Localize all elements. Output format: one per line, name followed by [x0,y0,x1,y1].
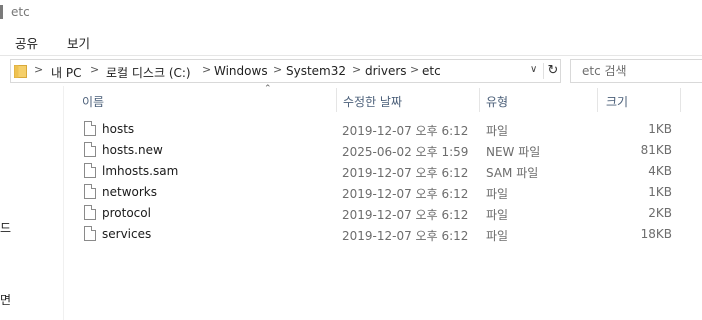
nav-item-fragment[interactable]: 드 [0,219,11,236]
file-type: 파일 [486,208,509,222]
refresh-icon[interactable]: ↻ [546,62,560,80]
file-date: 2019-12-07 오후 6:12 [342,124,469,138]
file-size: 18KB [640,227,672,241]
file-date: 2019-12-07 오후 6:12 [342,187,469,201]
file-date: 2019-12-07 오후 6:12 [342,166,469,180]
file-date: 2019-12-07 오후 6:12 [342,208,469,222]
file-type: NEW 파일 [486,145,541,159]
file-icon [84,205,96,220]
file-icon [84,184,96,199]
ribbon-tab-share[interactable]: 공유 [12,32,41,53]
column-header-type[interactable]: 유형 [486,93,508,110]
breadcrumb-drivers[interactable]: drivers [365,64,407,78]
search-input[interactable] [571,60,702,82]
address-bar[interactable]: > 내 PC > 로컬 디스크 (C:) > Windows > System3… [10,59,561,83]
file-icon [84,142,96,157]
file-type: 파일 [486,124,509,138]
breadcrumb-local-disk[interactable]: 로컬 디스크 (C:) [106,64,191,81]
breadcrumb-separator[interactable]: > [34,63,43,76]
ribbon: 공유 보기 [0,26,702,56]
address-row: > 내 PC > 로컬 디스크 (C:) > Windows > System3… [0,56,702,86]
file-type: 파일 [486,187,509,201]
file-icon [84,226,96,241]
column-divider[interactable] [479,88,480,112]
file-icon [84,163,96,178]
search-box[interactable] [570,59,702,83]
column-headers: ⌃ 이름 수정한 날짜 유형 크기 [64,84,702,112]
file-row[interactable]: hosts 2019-12-07 오후 6:12 파일 1KB [64,118,702,139]
column-header-name[interactable]: 이름 [82,93,104,110]
breadcrumb-separator[interactable]: > [90,63,99,76]
column-divider[interactable] [336,88,337,112]
breadcrumb-etc[interactable]: etc [422,64,441,78]
address-dropdown-icon[interactable]: ∨ [530,64,537,75]
address-divider [543,63,544,79]
title-bar: etc [0,0,702,26]
file-row[interactable]: services 2019-12-07 오후 6:12 파일 18KB [64,223,702,244]
file-name: hosts.new [102,143,163,157]
file-type: SAM 파일 [486,166,539,180]
breadcrumb-system32[interactable]: System32 [286,64,346,78]
breadcrumb-separator[interactable]: > [352,63,361,76]
file-row[interactable]: protocol 2019-12-07 오후 6:12 파일 2KB [64,202,702,223]
window-title: etc [11,5,30,19]
file-row[interactable]: hosts.new 2025-06-02 오후 1:59 NEW 파일 81KB [64,139,702,160]
folder-icon [14,65,27,78]
breadcrumb-windows[interactable]: Windows [214,64,268,78]
breadcrumb-separator[interactable]: > [202,63,211,76]
file-name: networks [102,185,157,199]
column-divider[interactable] [680,88,681,112]
nav-item-fragment[interactable]: 면 [0,291,11,308]
column-header-date[interactable]: 수정한 날짜 [343,93,402,110]
file-size: 81KB [640,143,672,157]
file-size: 1KB [648,185,672,199]
breadcrumb-separator[interactable]: > [273,63,282,76]
column-divider[interactable] [597,88,598,112]
column-header-size[interactable]: 크기 [606,93,628,110]
file-name: services [102,227,152,241]
file-size: 1KB [648,122,672,136]
file-name: lmhosts.sam [102,164,179,178]
file-size: 2KB [648,206,672,220]
window-icon [0,5,3,19]
breadcrumb-this-pc[interactable]: 내 PC [51,64,81,81]
navigation-pane[interactable]: 드 면 [0,86,64,320]
file-row[interactable]: networks 2019-12-07 오후 6:12 파일 1KB [64,181,702,202]
file-icon [84,121,96,136]
breadcrumb-separator[interactable]: > [410,63,419,76]
file-size: 4KB [648,164,672,178]
file-name: protocol [102,206,151,220]
file-type: 파일 [486,229,509,243]
sort-ascending-icon: ⌃ [264,84,272,94]
file-date: 2025-06-02 오후 1:59 [342,145,469,159]
file-row[interactable]: lmhosts.sam 2019-12-07 오후 6:12 SAM 파일 4K… [64,160,702,181]
file-date: 2019-12-07 오후 6:12 [342,229,469,243]
file-name: hosts [102,122,135,136]
ribbon-tab-view[interactable]: 보기 [64,32,93,53]
